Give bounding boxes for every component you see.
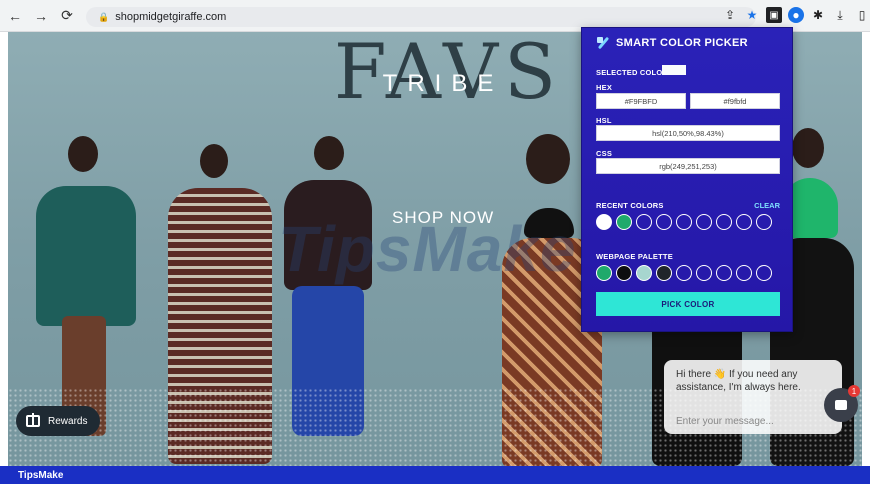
hex-label: HEX	[596, 83, 613, 92]
chat-greeting-bubble[interactable]: Hi there 👋 If you need any assistance, I…	[664, 360, 842, 434]
tipsmake-footer-bar: TipsMake	[0, 466, 870, 484]
empty-color-slot	[736, 265, 752, 281]
chat-input-placeholder[interactable]: Enter your message...	[676, 415, 774, 428]
download-icon[interactable]: ⤓	[832, 7, 848, 23]
picker-title: SMART COLOR PICKER	[616, 37, 748, 49]
hsl-label: HSL	[596, 116, 612, 125]
hsl-field[interactable]: hsl(210,50%,98.43%)	[596, 125, 780, 141]
empty-color-slot	[756, 265, 772, 281]
webpage-palette-row	[596, 265, 772, 281]
back-icon[interactable]: ←	[4, 5, 26, 27]
chat-notification-badge: 1	[848, 385, 860, 397]
palette-color-swatch[interactable]	[636, 265, 652, 281]
empty-color-slot	[676, 265, 692, 281]
empty-color-slot	[636, 214, 652, 230]
color-picker-extension-icon[interactable]: ●	[788, 7, 804, 23]
empty-color-slot	[696, 265, 712, 281]
empty-color-slot	[696, 214, 712, 230]
empty-color-slot	[716, 214, 732, 230]
selected-color-label: SELECTED COLOR	[596, 68, 668, 77]
recent-colors-row	[596, 214, 772, 230]
palette-color-swatch[interactable]	[656, 265, 672, 281]
clear-recent-button[interactable]: CLEAR	[754, 201, 780, 210]
recent-color-swatch[interactable]	[616, 214, 632, 230]
recent-colors-label: RECENT COLORS	[596, 201, 664, 210]
page-edge-right	[862, 32, 870, 466]
url-text: shopmidgetgiraffe.com	[115, 11, 227, 23]
model-head	[200, 144, 228, 178]
side-panel-icon[interactable]: ▯	[854, 7, 870, 23]
gift-icon	[26, 413, 40, 427]
model-head	[68, 136, 98, 172]
palette-color-swatch[interactable]	[616, 265, 632, 281]
model-head	[526, 134, 570, 184]
webpage-palette-label: WEBPAGE PALETTE	[596, 252, 673, 261]
css-label: CSS	[596, 149, 613, 158]
empty-color-slot	[656, 214, 672, 230]
color-picker-popup: SMART COLOR PICKER SELECTED COLOR HEX #F…	[581, 27, 793, 332]
empty-color-slot	[716, 265, 732, 281]
hex-upper-field[interactable]: #F9FBFD	[596, 93, 686, 109]
empty-color-slot	[736, 214, 752, 230]
palette-color-swatch[interactable]	[596, 265, 612, 281]
extension-icons: ⇪ ★ ▣ ● ✱ ⤓ ▯ ●	[722, 7, 870, 23]
selected-color-swatch	[662, 65, 686, 75]
empty-color-slot	[676, 214, 692, 230]
css-field[interactable]: rgb(249,251,253)	[596, 158, 780, 174]
model-head	[314, 136, 344, 170]
rewards-button[interactable]: Rewards	[16, 406, 100, 436]
chat-message: Hi there 👋 If you need any assistance, I…	[676, 369, 801, 393]
extension-square-icon[interactable]: ▣	[766, 7, 782, 23]
reload-icon[interactable]: ⟳	[56, 5, 78, 27]
share-icon[interactable]: ⇪	[722, 7, 738, 23]
pick-color-button[interactable]: PICK COLOR	[596, 292, 780, 316]
bookmark-star-icon[interactable]: ★	[744, 7, 760, 23]
lock-icon: 🔒	[98, 11, 110, 22]
hex-lower-field[interactable]: #f9fbfd	[690, 93, 780, 109]
rewards-label: Rewards	[48, 415, 88, 427]
picker-header: SMART COLOR PICKER	[596, 36, 748, 50]
page-edge-left	[0, 32, 8, 466]
model-head	[792, 128, 824, 168]
forward-icon[interactable]: →	[30, 5, 52, 27]
address-bar[interactable]: 🔒 shopmidgetgiraffe.com	[86, 7, 756, 27]
shop-now-link[interactable]: SHOP NOW	[392, 208, 494, 228]
eyedropper-icon	[596, 36, 610, 50]
recent-color-swatch[interactable]	[596, 214, 612, 230]
empty-color-slot	[756, 214, 772, 230]
brand-subtitle: TRIBE	[382, 70, 504, 97]
puzzle-icon[interactable]: ✱	[810, 7, 826, 23]
model-dress	[36, 186, 136, 326]
chat-icon	[835, 400, 847, 410]
footer-brand: TipsMake	[18, 469, 64, 481]
